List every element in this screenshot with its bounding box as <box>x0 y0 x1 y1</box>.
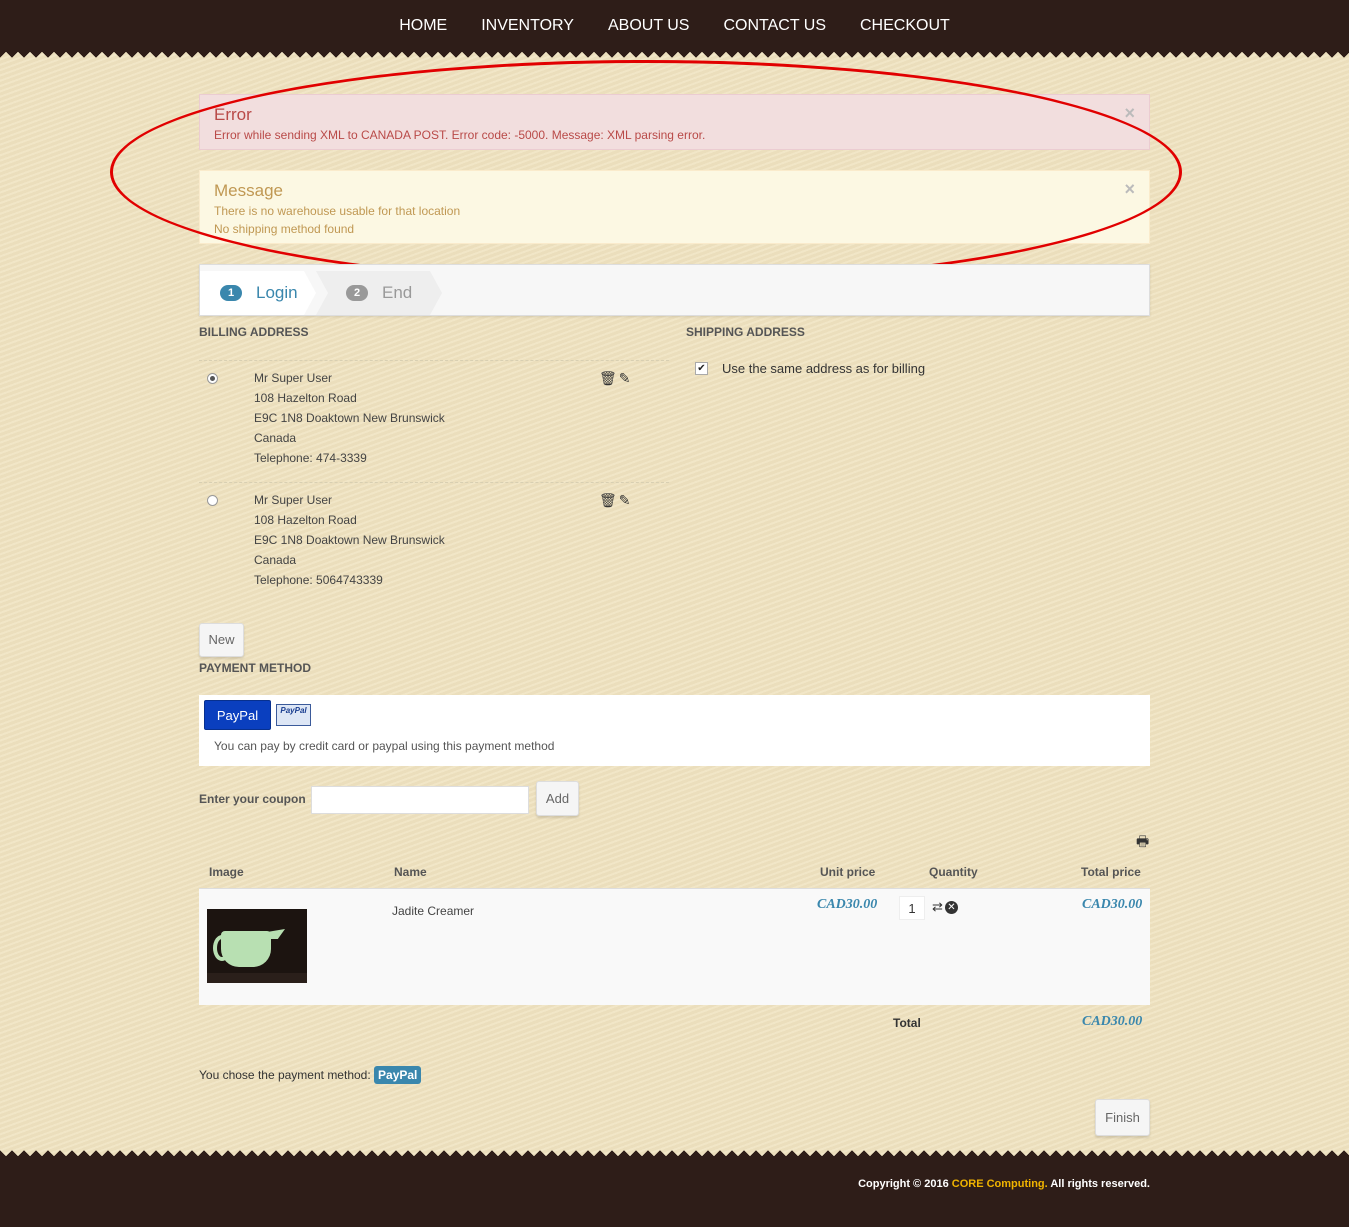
error-alert: Error Error while sending XML to CANADA … <box>199 94 1150 150</box>
step-label: End <box>382 283 413 302</box>
address-line: Telephone: 5064743339 <box>254 573 383 587</box>
copyright-suffix: All rights reserved. <box>1047 1178 1150 1190</box>
footer <box>0 1158 1349 1227</box>
address-line: 108 Hazelton Road <box>254 513 357 527</box>
billing-address-card: Mr Super User 108 Hazelton Road E9C 1N8 … <box>199 482 669 603</box>
nav-home[interactable]: HOME <box>382 0 464 50</box>
col-unit-price: Unit price <box>820 865 876 879</box>
shipping-address-heading: SHIPPING ADDRESS <box>686 325 805 339</box>
nav-about-us[interactable]: ABOUT US <box>591 0 707 50</box>
error-alert-text: Error while sending XML to CANADA POST. … <box>214 128 706 142</box>
billing-address-card: Mr Super User 108 Hazelton Road E9C 1N8 … <box>199 360 669 481</box>
address-radio[interactable] <box>207 373 218 384</box>
same-address-checkbox[interactable]: ✔ <box>695 362 708 375</box>
trash-icon[interactable]: 🗑 <box>599 370 619 386</box>
address-line: E9C 1N8 Doaktown New Brunswick <box>254 411 445 425</box>
main-nav: HOME INVENTORY ABOUT US CONTACT US CHECK… <box>0 0 1349 50</box>
error-close-icon[interactable]: × <box>1124 103 1135 124</box>
chosen-payment-text: You chose the payment method: PayPal <box>199 1066 422 1084</box>
col-name: Name <box>394 865 427 879</box>
nav-checkout[interactable]: CHECKOUT <box>843 0 967 50</box>
address-line: Telephone: 474-3339 <box>254 451 367 465</box>
address-line: Canada <box>254 431 297 445</box>
chosen-payment-prefix: You chose the payment method: <box>199 1068 371 1082</box>
payment-method-box: PayPal PayPal You can pay by credit card… <box>199 695 1150 766</box>
address-line: E9C 1N8 Doaktown New Brunswick <box>254 533 445 547</box>
remove-icon[interactable]: ✕ <box>944 901 958 914</box>
copyright-brand-link[interactable]: CORE Computing. <box>952 1178 1048 1190</box>
message-line: No shipping method found <box>214 222 355 236</box>
address-line: Mr Super User <box>254 371 333 385</box>
message-line: There is no warehouse usable for that lo… <box>214 204 461 218</box>
step-end[interactable]: 2 End <box>316 271 442 315</box>
navbar-zigzag-border <box>0 50 1349 62</box>
message-alert: Message There is no warehouse usable for… <box>199 170 1150 244</box>
coupon-input[interactable] <box>311 786 529 814</box>
cart-total-value: CAD30.00 <box>1082 1014 1143 1029</box>
edit-pencil-icon[interactable]: ✎ <box>619 492 633 508</box>
copyright-text: Copyright © 2016 CORE Computing. All rig… <box>858 1178 1150 1190</box>
message-close-icon[interactable]: × <box>1124 179 1135 200</box>
checkout-steps: 1 Login 2 End <box>199 264 1150 316</box>
new-address-button[interactable]: New <box>199 623 244 657</box>
paypal-logo-icon[interactable]: PayPal <box>276 704 311 726</box>
error-alert-title: Error <box>214 105 252 124</box>
payment-description: You can pay by credit card or paypal usi… <box>214 739 555 753</box>
product-image[interactable] <box>207 909 307 983</box>
copyright-prefix: Copyright © 2016 <box>858 1178 952 1190</box>
footer-zigzag-border <box>0 1146 1349 1158</box>
address-actions: 🗑✎ <box>599 370 633 387</box>
item-total-price: CAD30.00 <box>1082 897 1143 912</box>
nav-inventory[interactable]: INVENTORY <box>464 0 591 50</box>
coupon-label: Enter your coupon <box>199 792 306 806</box>
chosen-payment-badge: PayPal <box>374 1066 422 1084</box>
same-address-label: Use the same address as for billing <box>722 361 926 376</box>
unit-price: CAD30.00 <box>817 897 878 912</box>
step-label: Login <box>256 283 298 302</box>
billing-address-heading: BILLING ADDRESS <box>199 325 309 339</box>
refresh-icon[interactable]: ⇄ <box>932 899 943 914</box>
address-line: Mr Super User <box>254 493 333 507</box>
table-row: Jadite Creamer <box>199 888 1150 1005</box>
finish-button[interactable]: Finish <box>1095 1099 1150 1136</box>
address-line: Canada <box>254 553 297 567</box>
address-actions: 🗑✎ <box>599 492 633 509</box>
quantity-actions: ⇄ ✕ <box>932 899 958 915</box>
edit-pencil-icon[interactable]: ✎ <box>619 370 633 386</box>
print-icon[interactable]: 🖶 <box>1136 831 1149 855</box>
message-alert-title: Message <box>214 181 283 200</box>
paypal-button[interactable]: PayPal <box>204 700 271 730</box>
col-quantity: Quantity <box>929 865 978 879</box>
step-login[interactable]: 1 Login <box>200 271 316 315</box>
step-number-badge: 1 <box>220 285 242 301</box>
quantity-input[interactable]: 1 <box>899 896 925 920</box>
product-name[interactable]: Jadite Creamer <box>392 904 474 918</box>
payment-method-heading: PAYMENT METHOD <box>199 661 312 675</box>
total-label: Total <box>893 1016 921 1030</box>
nav-contact-us[interactable]: CONTACT US <box>706 0 843 50</box>
add-coupon-button[interactable]: Add <box>536 781 579 816</box>
col-image: Image <box>209 865 244 879</box>
address-radio[interactable] <box>207 495 218 506</box>
step-number-badge: 2 <box>346 285 368 301</box>
trash-icon[interactable]: 🗑 <box>599 492 619 508</box>
address-line: 108 Hazelton Road <box>254 391 357 405</box>
address-lines: Mr Super User 108 Hazelton Road E9C 1N8 … <box>254 490 445 590</box>
col-total-price: Total price <box>1081 865 1141 879</box>
address-lines: Mr Super User 108 Hazelton Road E9C 1N8 … <box>254 368 445 468</box>
